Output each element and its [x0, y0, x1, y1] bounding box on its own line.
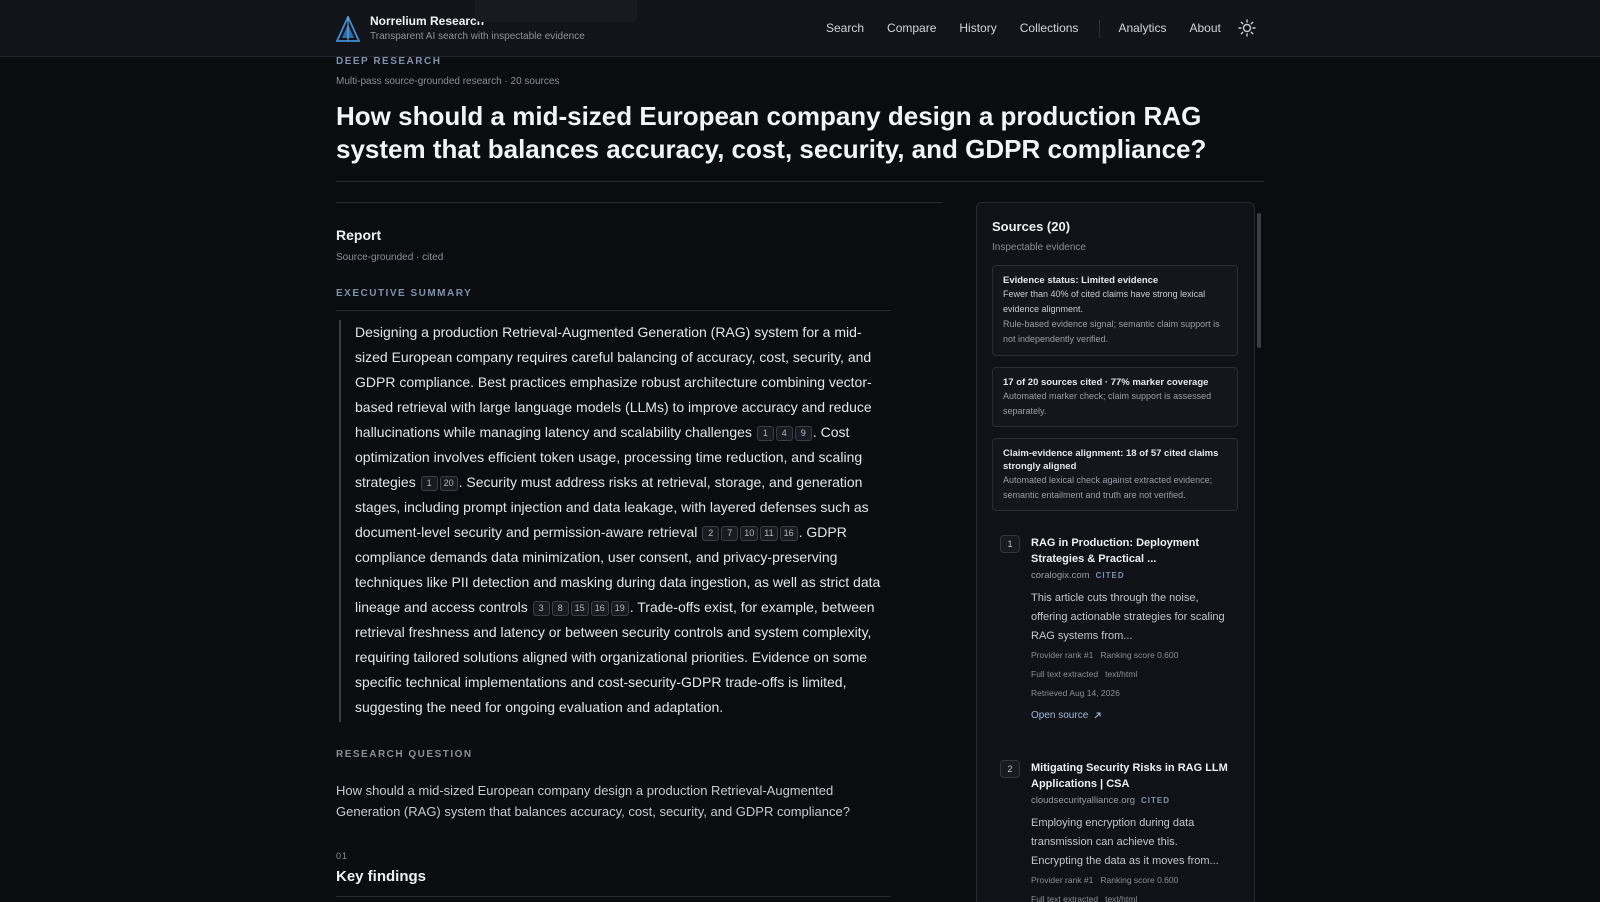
nav-about[interactable]: About [1189, 0, 1220, 57]
provider-rank: Provider rank #1 [1031, 875, 1094, 885]
citation-chip[interactable]: 10 [740, 525, 759, 541]
key-findings-rule [336, 896, 891, 897]
executive-summary-text: Designing a production Retrieval-Augment… [355, 320, 891, 720]
source-description: This article cuts through the noise, off… [1031, 592, 1225, 642]
header-ghost-pill [475, 0, 637, 22]
source-body: Mitigating Security Risks in RAG LLM App… [1031, 760, 1231, 902]
ranking-score: Ranking score 0.600 [1100, 650, 1179, 660]
source-domain: cloudsecurityalliance.org CITED [1031, 793, 1231, 808]
page-title: How should a mid-sized European company … [336, 101, 1207, 164]
source-title[interactable]: Mitigating Security Risks in RAG LLM App… [1031, 760, 1231, 792]
summary-text-segment: . Trade-offs exist, for example, between… [355, 599, 875, 715]
citation-chip[interactable]: 8 [551, 600, 569, 616]
claim-alignment-heading: Claim-evidence alignment: 18 of 57 cited… [1003, 448, 1219, 472]
citation-chip[interactable]: 9 [794, 425, 812, 441]
nav-collections[interactable]: Collections [1020, 0, 1079, 57]
nav-separator [1099, 19, 1101, 38]
source-domain-text: coralogix.com [1031, 570, 1090, 581]
page-meta: Multi-pass source-grounded research · 20… [336, 76, 560, 87]
executive-summary-label: EXECUTIVE SUMMARY [336, 288, 473, 299]
nav-analytics[interactable]: Analytics [1118, 0, 1166, 57]
cited-badge: CITED [1141, 796, 1171, 805]
citation-chip[interactable]: 16 [590, 600, 609, 616]
citation-chip[interactable]: 19 [610, 600, 629, 616]
source-description: Employing encryption during data transmi… [1031, 817, 1219, 867]
research-question-text: How should a mid-sized European company … [336, 783, 850, 819]
report-divider [336, 202, 942, 203]
research-question-label: RESEARCH QUESTION [336, 749, 473, 760]
citation-chip[interactable]: 2 [702, 525, 720, 541]
evidence-status-note: Rule-based evidence signal; semantic cla… [1003, 319, 1220, 344]
sources-panel: Sources (20) Inspectable evidence Eviden… [976, 202, 1255, 902]
key-findings-title: Key findings [336, 868, 427, 885]
citation-chip[interactable]: 3 [532, 600, 550, 616]
report-meta: Source-grounded · cited [336, 252, 444, 263]
extract-status: Full text extracted [1031, 894, 1099, 902]
claim-alignment-box: Claim-evidence alignment: 18 of 57 cited… [992, 438, 1238, 511]
sun-icon[interactable] [1238, 19, 1256, 37]
citation-chip[interactable]: 11 [760, 525, 778, 541]
extract-status: Full text extracted [1031, 669, 1099, 679]
source-domain-text: cloudsecurityalliance.org [1031, 795, 1136, 806]
citation-chip[interactable]: 15 [570, 600, 589, 616]
key-findings-number: 01 [336, 851, 349, 861]
claim-alignment-note: Automated lexical check against extracte… [1003, 475, 1213, 500]
report-title: Report [336, 227, 382, 243]
nav-history[interactable]: History [959, 0, 996, 57]
source-meta-rank: Provider rank #1 Ranking score 0.600 [1031, 871, 1231, 890]
citation-chip[interactable]: 7 [721, 525, 739, 541]
sources-title: Sources (20) [992, 219, 1071, 234]
mime-type: text/html [1105, 669, 1138, 679]
marker-coverage-box: 17 of 20 sources cited · 77% marker cove… [992, 367, 1238, 427]
source-retrieved: Retrieved Aug 14, 2026 [1031, 688, 1120, 698]
source-number: 1 [1000, 535, 1020, 553]
citation-chip[interactable]: 1 [420, 475, 438, 491]
sources-scrollbar[interactable] [1257, 213, 1261, 348]
citation-chip[interactable]: 16 [779, 525, 798, 541]
brand-logo-icon [336, 16, 360, 42]
mime-type: text/html [1105, 894, 1138, 902]
citation-chip[interactable]: 20 [439, 475, 458, 491]
citation-chip[interactable]: 1 [756, 425, 774, 441]
nav-search[interactable]: Search [826, 0, 864, 57]
evidence-status-box: Evidence status: Limited evidence Fewer … [992, 265, 1238, 356]
evidence-status-strong: Fewer than 40% of cited claims have stro… [1003, 289, 1206, 314]
evidence-status-heading: Evidence status: Limited evidence [1003, 275, 1159, 286]
marker-coverage-note: Automated marker check; claim support is… [1003, 391, 1212, 416]
source-meta-extract: Full text extracted text/html [1031, 890, 1231, 902]
source-body: RAG in Production: Deployment Strategies… [1031, 535, 1231, 723]
title-divider [336, 181, 1264, 182]
executive-summary: Designing a production Retrieval-Augment… [339, 320, 891, 722]
page-eyebrow: DEEP RESEARCH [336, 56, 442, 67]
source-domain: coralogix.com CITED [1031, 568, 1231, 583]
main-nav: Search Compare History Collections Analy… [826, 0, 1244, 57]
marker-coverage-heading: 17 of 20 sources cited · 77% marker cove… [1003, 377, 1209, 388]
external-link-icon [1094, 712, 1101, 719]
nav-compare[interactable]: Compare [887, 0, 936, 57]
source-title[interactable]: RAG in Production: Deployment Strategies… [1031, 535, 1231, 567]
source-number: 2 [1000, 760, 1020, 778]
open-source-link[interactable]: Open source [1031, 710, 1102, 721]
open-source-label: Open source [1031, 710, 1089, 721]
executive-summary-rule [336, 310, 891, 311]
source-meta-rank: Provider rank #1 Ranking score 0.600 [1031, 646, 1231, 665]
ranking-score: Ranking score 0.600 [1100, 875, 1179, 885]
brand-tagline: Transparent AI search with inspectable e… [370, 31, 585, 42]
citation-chip[interactable]: 4 [775, 425, 793, 441]
provider-rank: Provider rank #1 [1031, 650, 1094, 660]
summary-text-segment: Designing a production Retrieval-Augment… [355, 324, 872, 440]
sources-subtitle: Inspectable evidence [992, 242, 1086, 253]
cited-badge: CITED [1095, 571, 1125, 580]
top-header: Norrelium Research Transparent AI search… [0, 0, 1600, 57]
source-meta-extract: Full text extracted text/html [1031, 665, 1231, 684]
